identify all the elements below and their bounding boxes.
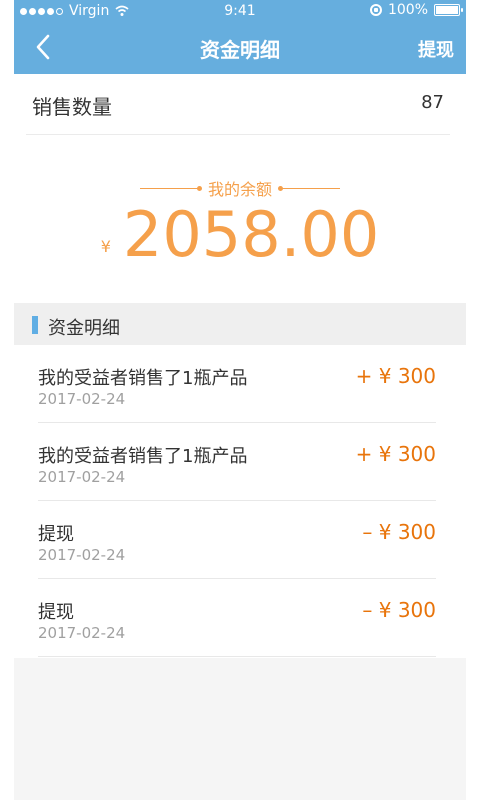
section-title: 资金明细 [48, 318, 120, 339]
transaction-date: 2017-02-24 [38, 468, 126, 486]
sales-count-label: 销售数量 [32, 95, 112, 119]
transaction-date: 2017-02-24 [38, 546, 126, 564]
list-item[interactable]: 我的受益者销售了1瓶产品 2017-02-24 + ¥ 300 [14, 345, 466, 423]
withdraw-button[interactable]: 提现 [418, 36, 454, 62]
rotation-lock-icon [369, 4, 382, 16]
transaction-list: 我的受益者销售了1瓶产品 2017-02-24 + ¥ 300 我的受益者销售了… [14, 345, 466, 657]
app-screen: Virgin 9:41 100% 资金明细 提现 销售数量 87 我的余额 ¥ … [14, 0, 466, 800]
transaction-amount: + ¥ 300 [355, 364, 436, 388]
transaction-date: 2017-02-24 [38, 624, 126, 642]
list-item[interactable]: 提现 2017-02-24 – ¥ 300 [14, 579, 466, 657]
status-bar: Virgin 9:41 100% [14, 0, 466, 22]
page-title: 资金明细 [200, 38, 280, 62]
section-header: 资金明细 [14, 303, 466, 345]
top-bar: Virgin 9:41 100% 资金明细 提现 [14, 0, 466, 74]
transaction-amount: + ¥ 300 [355, 442, 436, 466]
transaction-date: 2017-02-24 [38, 390, 126, 408]
balance-amount: 2058.00 [122, 198, 380, 271]
currency-symbol: ¥ [100, 237, 111, 256]
balance-label: 我的余额 [207, 180, 272, 199]
battery-icon [434, 4, 463, 16]
transaction-amount: – ¥ 300 [362, 520, 436, 544]
empty-area [14, 658, 466, 800]
balance-title-row: 我的余额 [14, 176, 466, 200]
transaction-title: 我的受益者销售了1瓶产品 [38, 368, 248, 389]
transaction-title: 提现 [38, 602, 74, 623]
navigation-bar: 资金明细 提现 [14, 22, 466, 74]
section-accent-bar [32, 316, 38, 334]
status-right: 100% [369, 2, 463, 18]
battery-percent: 100% [387, 2, 428, 18]
sales-count-row: 销售数量 87 [26, 74, 450, 135]
balance-block: 我的余额 ¥ 2058.00 [14, 134, 466, 304]
list-item[interactable]: 提现 2017-02-24 – ¥ 300 [14, 501, 466, 579]
transaction-amount: – ¥ 300 [362, 598, 436, 622]
sales-count-value: 87 [421, 92, 444, 113]
balance-amount-row: ¥ 2058.00 [14, 204, 466, 266]
decorative-divider-left [139, 185, 202, 191]
transaction-title: 提现 [38, 524, 74, 545]
list-item[interactable]: 我的受益者销售了1瓶产品 2017-02-24 + ¥ 300 [14, 423, 466, 501]
divider [38, 656, 436, 657]
decorative-divider-right [278, 185, 340, 191]
transaction-title: 我的受益者销售了1瓶产品 [38, 446, 248, 467]
